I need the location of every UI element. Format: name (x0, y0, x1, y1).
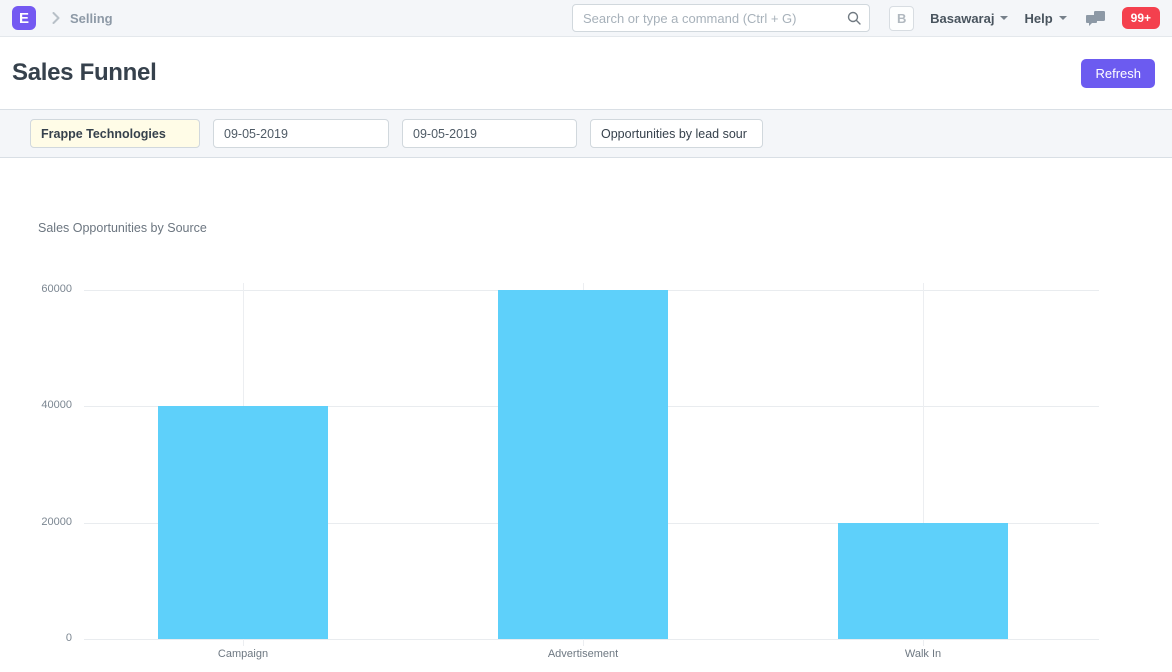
from-date-filter[interactable] (213, 119, 389, 148)
chart-title: Sales Opportunities by Source (38, 221, 207, 235)
chevron-down-icon (1059, 16, 1067, 20)
breadcrumb[interactable]: Selling (70, 11, 113, 26)
bar (838, 523, 1008, 639)
chevron-down-icon (1000, 16, 1008, 20)
sales-funnel-chart: Sales Opportunities by Source 0 20000 4000… (0, 158, 1172, 672)
page-head: Sales Funnel Refresh (0, 37, 1172, 109)
avatar-initial: B (897, 11, 906, 26)
navbar-left: E Selling (12, 0, 113, 36)
x-tick-label: Walk In (843, 648, 1003, 660)
y-tick-label: 20000 (16, 516, 72, 528)
bar (158, 406, 328, 639)
refresh-button[interactable]: Refresh (1081, 59, 1155, 88)
user-name: Basawaraj (930, 11, 994, 26)
filter-bar (0, 109, 1172, 158)
page-title: Sales Funnel (12, 59, 156, 87)
y-tick-label: 0 (16, 632, 72, 644)
search-input[interactable] (572, 4, 870, 32)
avatar[interactable]: B (889, 6, 914, 31)
x-tick-label: Advertisement (503, 648, 663, 660)
chat-icon[interactable] (1085, 10, 1106, 27)
help-menu[interactable]: Help (1024, 11, 1066, 26)
company-filter[interactable] (30, 119, 200, 148)
x-tick-label: Campaign (163, 648, 323, 660)
to-date-filter[interactable] (402, 119, 577, 148)
navbar: E Selling B Basawaraj Help 99+ (0, 0, 1172, 37)
y-tick-label: 40000 (16, 399, 72, 411)
navbar-right: B Basawaraj Help 99+ (889, 0, 1160, 36)
chevron-right-icon (52, 12, 60, 24)
y-tick-label: 60000 (16, 283, 72, 295)
app-logo[interactable]: E (12, 6, 36, 30)
user-menu[interactable]: Basawaraj (930, 11, 1008, 26)
bar (498, 290, 668, 639)
app-logo-letter: E (19, 10, 29, 27)
global-search (572, 4, 870, 32)
chart-type-filter[interactable] (590, 119, 763, 148)
search-icon (847, 11, 861, 30)
y-gridline (84, 639, 1099, 640)
help-label: Help (1024, 11, 1052, 26)
notifications-badge[interactable]: 99+ (1122, 7, 1160, 29)
